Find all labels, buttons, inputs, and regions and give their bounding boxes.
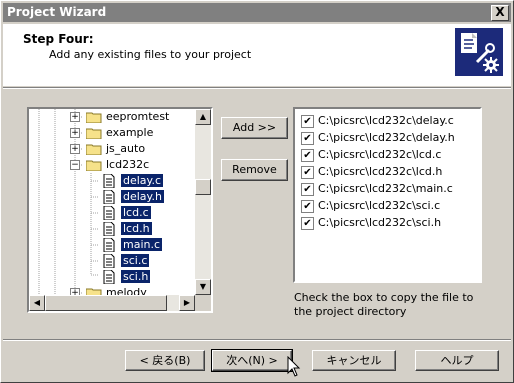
help-button[interactable]: ヘルプ	[415, 350, 499, 371]
step-title: Step Four:	[23, 32, 94, 46]
scroll-right-icon[interactable]: ▶	[179, 295, 195, 311]
project-file-list[interactable]: ✔ C:\picsrc\lcd232c\delay.c ✔ C:\picsrc\…	[293, 107, 482, 283]
file-path: C:\picsrc\lcd232c\delay.h	[318, 131, 455, 144]
file-path: C:\picsrc\lcd232c\delay.c	[318, 114, 454, 127]
tree-file-sci-h[interactable]: sci.h	[103, 269, 203, 285]
wizard-tools-icon	[455, 28, 503, 76]
header-divider	[3, 87, 511, 89]
expand-icon[interactable]: +	[70, 128, 80, 138]
folder-icon	[86, 144, 102, 155]
back-button[interactable]: < 戻る(B)	[125, 350, 205, 371]
file-label: sci.h	[121, 270, 151, 283]
tree-folder-js-auto[interactable]: + js_auto	[70, 141, 200, 157]
file-icon	[103, 238, 115, 252]
copy-checkbox[interactable]: ✔	[301, 132, 314, 145]
tree-folder-lcd232c[interactable]: − lcd232c	[70, 157, 200, 173]
file-path: C:\picsrc\lcd232c\sci.c	[318, 199, 441, 212]
copy-checkbox[interactable]: ✔	[301, 166, 314, 179]
file-icon	[103, 254, 115, 268]
tree-file-delay-c[interactable]: delay.c	[103, 173, 203, 189]
wizard-header: Step Four: Add any existing files to you…	[3, 24, 511, 86]
scroll-left-icon[interactable]: ◀	[29, 295, 45, 311]
folder-label: example	[106, 126, 154, 139]
copy-checkbox[interactable]: ✔	[301, 149, 314, 162]
expand-icon[interactable]: +	[70, 112, 80, 122]
tree-file-lcd-h[interactable]: lcd.h	[103, 221, 203, 237]
copy-checkbox[interactable]: ✔	[301, 200, 314, 213]
folder-label: eepromtest	[106, 110, 170, 123]
cancel-button[interactable]: キャンセル	[312, 350, 396, 371]
collapse-icon[interactable]: −	[70, 160, 80, 170]
add-button[interactable]: Add >>	[221, 117, 288, 139]
file-path: C:\picsrc\lcd232c\lcd.c	[318, 148, 442, 161]
tree-folder-example[interactable]: + example	[70, 125, 200, 141]
file-icon	[103, 190, 115, 204]
file-icon	[103, 270, 115, 284]
next-button[interactable]: 次へ(N) >	[211, 349, 293, 372]
mouse-cursor-icon	[287, 356, 301, 377]
folder-label: js_auto	[106, 142, 146, 155]
folder-icon	[86, 112, 102, 123]
file-label: lcd.h	[121, 222, 152, 235]
remove-button[interactable]: Remove	[221, 159, 288, 181]
open-folder-icon	[86, 160, 102, 171]
folder-label: lcd232c	[106, 158, 150, 171]
close-button[interactable]: X	[491, 5, 509, 21]
file-label: lcd.c	[121, 206, 151, 219]
file-path: C:\picsrc\lcd232c\main.c	[318, 182, 453, 195]
scroll-up-icon[interactable]: ▲	[195, 109, 211, 125]
project-wizard-window: Project Wizard X Step Four: Add any exis…	[0, 0, 514, 383]
tree-file-delay-h[interactable]: delay.h	[103, 189, 203, 205]
tree-file-sci-c[interactable]: sci.c	[103, 253, 203, 269]
title-bar[interactable]: Project Wizard X	[3, 3, 511, 22]
window-title: Project Wizard	[7, 5, 107, 19]
folder-icon	[86, 128, 102, 139]
footer-divider	[3, 339, 511, 341]
file-path: C:\picsrc\lcd232c\lcd.h	[318, 165, 443, 178]
scroll-down-icon[interactable]: ▼	[195, 279, 211, 295]
folder-tree[interactable]: + eepromtest + example + js_auto − lcd23…	[27, 107, 213, 313]
scroll-corner	[195, 295, 211, 311]
copy-checkbox[interactable]: ✔	[301, 183, 314, 196]
copy-checkbox[interactable]: ✔	[301, 115, 314, 128]
file-label: sci.c	[121, 254, 150, 267]
tree-file-lcd-c[interactable]: lcd.c	[103, 205, 203, 221]
file-label: delay.c	[121, 174, 164, 187]
tree-horizontal-scrollbar[interactable]: ◀ ▶	[29, 295, 195, 311]
copy-note: Check the box to copy the file to the pr…	[294, 291, 474, 318]
file-icon	[103, 222, 115, 236]
file-path: C:\picsrc\lcd232c\sci.h	[318, 216, 442, 229]
scroll-thumb[interactable]	[195, 179, 211, 195]
file-label: delay.h	[121, 190, 164, 203]
tree-folder-eepromtest[interactable]: + eepromtest	[70, 109, 200, 125]
expand-icon[interactable]: +	[70, 144, 80, 154]
file-label: main.c	[121, 238, 163, 251]
file-icon	[103, 206, 115, 220]
copy-checkbox[interactable]: ✔	[301, 217, 314, 230]
file-icon	[103, 174, 115, 188]
tree-file-main-c[interactable]: main.c	[103, 237, 203, 253]
step-description: Add any existing files to your project	[49, 48, 252, 61]
scroll-thumb[interactable]	[45, 295, 167, 311]
tree-vertical-scrollbar[interactable]: ▲ ▼	[195, 109, 211, 295]
